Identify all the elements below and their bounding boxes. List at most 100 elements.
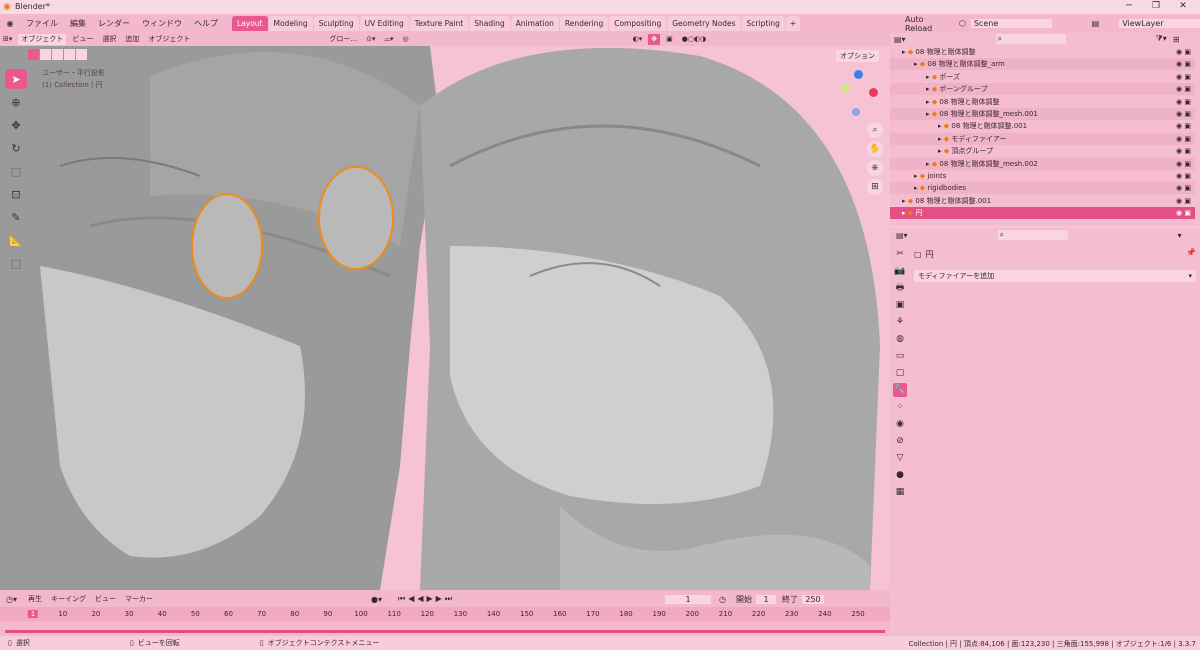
add-modifier-dropdown[interactable]: モディファイアーを追加 ▾ [914, 270, 1196, 282]
outliner-row[interactable]: ▸ ◆ 08 物理と剛体調整 ◉ ▣ [890, 96, 1195, 108]
tab-modeling[interactable]: Modeling [268, 16, 313, 31]
pan-hand-icon[interactable]: ✋ [867, 141, 883, 157]
visibility-eye-icon[interactable]: ◉ ▣ [1176, 46, 1191, 58]
texture-tab-icon[interactable]: ▦ [893, 485, 907, 499]
snap-icon[interactable]: ⌓▾ [381, 34, 396, 45]
visibility-eye-icon[interactable]: ◉ ▣ [1176, 158, 1191, 170]
pivot-icon[interactable]: ⊙▾ [363, 34, 378, 45]
visibility-eye-icon[interactable]: ◉ ▣ [1176, 145, 1191, 157]
outliner-row[interactable]: ▸ ◆ joints ◉ ▣ [890, 170, 1195, 182]
outliner-row[interactable]: ▸ ◆ 08 物理と剛体調整 ◉ ▣ [890, 46, 1195, 58]
outliner-search-input[interactable]: ⌕ [995, 34, 1066, 44]
ortho-grid-icon[interactable]: ⊞ [867, 179, 883, 195]
axis-z-icon[interactable] [854, 70, 863, 79]
editor-type-icon[interactable]: ⊞▾ [0, 34, 15, 45]
scene-icon[interactable]: ⬡ [959, 19, 966, 28]
transform-tool-icon[interactable]: ⊡ [5, 184, 27, 204]
tool-tab-icon[interactable]: ✂ [893, 247, 907, 261]
visibility-eye-icon[interactable]: ◉ ▣ [1176, 83, 1191, 95]
menu-4[interactable]: ヘルプ [188, 14, 224, 33]
material-tab-icon[interactable]: ● [893, 468, 907, 482]
outliner-row[interactable]: ▸ ◆ 円 ◉ ▣ [890, 207, 1195, 220]
viewlayer-selector[interactable]: ViewLayer [1119, 19, 1200, 28]
filter-icon[interactable]: ⧩▾ [1156, 34, 1167, 44]
visibility-eye-icon[interactable]: ◉ ▣ [1176, 133, 1191, 145]
scale-tool-icon[interactable]: ⬚ [5, 161, 27, 181]
visibility-eye-icon[interactable]: ◉ ▣ [1176, 120, 1191, 132]
world-tab-icon[interactable]: ◍ [893, 332, 907, 346]
outliner-row[interactable]: ▸ ◆ 08 物理と剛体調整_mesh.001 ◉ ▣ [890, 108, 1195, 120]
view-layer-tab-icon[interactable]: ▣ [893, 298, 907, 312]
axis-y-icon[interactable] [841, 84, 850, 93]
visibility-eye-icon[interactable]: ◉ ▣ [1176, 58, 1191, 70]
visibility-eye-icon[interactable]: ◉ ▣ [1176, 207, 1191, 219]
visibility-eye-icon[interactable]: ◉ ▣ [1176, 170, 1191, 182]
physics-tab-icon[interactable]: ◉ [893, 417, 907, 431]
close-icon[interactable]: ✕ [1172, 1, 1194, 11]
shading-solid-icon[interactable]: ●○◐◑ [679, 34, 709, 45]
render-tab-icon[interactable]: 📷 [893, 264, 907, 278]
annotate-tool-icon[interactable]: ✎ [5, 207, 27, 227]
select-subtract-icon[interactable] [52, 48, 63, 60]
gizmo-toggle-icon[interactable]: ✥ [648, 34, 661, 45]
navigation-gizmo[interactable] [836, 68, 884, 116]
add-cube-tool-icon[interactable]: ⬚ [5, 253, 27, 273]
properties-editor-icon[interactable]: ▤▾ [896, 231, 908, 240]
auto-reload-label[interactable]: Auto Reload [905, 15, 951, 33]
maximize-icon[interactable]: ❐ [1145, 1, 1167, 11]
constraints-tab-icon[interactable]: ⊘ [893, 434, 907, 448]
tab-shading[interactable]: Shading [469, 16, 510, 31]
rotate-tool-icon[interactable]: ↻ [5, 138, 27, 158]
outliner-row[interactable]: ▸ ◆ モディファイアー ◉ ▣ [890, 132, 1195, 145]
outliner-row[interactable]: ▸ ◆ 08 物理と剛体調整_mesh.002 ◉ ▣ [890, 157, 1195, 170]
tab-animation[interactable]: Animation [510, 16, 559, 31]
new-collection-icon[interactable]: ⊞ [1173, 35, 1180, 44]
visibility-eye-icon[interactable]: ◉ ▣ [1176, 71, 1191, 83]
mode-selector[interactable]: オブジェクト [18, 34, 67, 45]
modifier-tab-icon[interactable]: 🔧 [893, 383, 907, 397]
tab-layout[interactable]: Layout [232, 16, 268, 31]
collection-tab-icon[interactable]: ▭ [893, 349, 907, 363]
measure-tool-icon[interactable]: 📐 [5, 230, 27, 250]
outliner-row[interactable]: ▸ ◆ 08 物理と剛体調整_arm ◉ ▣ [890, 58, 1195, 71]
add-workspace-button[interactable]: + [785, 16, 801, 31]
axis-x-icon[interactable] [869, 88, 878, 97]
axis-neg-z-icon[interactable] [852, 108, 860, 116]
properties-search-input[interactable]: ⌕ [997, 230, 1068, 240]
select-extend-icon[interactable] [40, 48, 51, 60]
object-tab-icon[interactable]: ▢ [893, 366, 907, 380]
zoom-icon[interactable]: ⌕ [867, 122, 883, 138]
scene-selector[interactable]: Scene [970, 19, 1052, 28]
tab-geometry-nodes[interactable]: Geometry Nodes [667, 16, 741, 31]
transform-orientation-dropdown[interactable]: グロー... [326, 34, 360, 45]
outliner-row[interactable]: ▸ ◆ 頂点グループ ◉ ▣ [890, 145, 1195, 157]
tab-sculpting[interactable]: Sculpting [313, 16, 359, 31]
visibility-eye-icon[interactable]: ◉ ▣ [1176, 182, 1191, 194]
visibility-eye-icon[interactable]: ◉ ▣ [1176, 108, 1191, 120]
minimize-icon[interactable]: ─ [1118, 1, 1140, 11]
select-tool-icon[interactable]: ➤ [5, 69, 27, 89]
output-tab-icon[interactable]: 🖶 [893, 281, 907, 295]
outliner-row[interactable]: ▸ ◆ 08 物理と剛体調整.001 ◉ ▣ [890, 120, 1195, 132]
menu-0[interactable]: ファイル [20, 14, 64, 33]
select-menu[interactable]: 選択 [99, 34, 119, 45]
add-menu[interactable]: 追加 [122, 34, 142, 45]
frame-range-bar[interactable] [5, 630, 885, 633]
outliner-editor-icon[interactable]: ▤▾ [894, 35, 906, 44]
options-dropdown[interactable]: オプション [836, 50, 879, 62]
cursor-tool-icon[interactable]: ⊕ [5, 92, 27, 112]
xray-icon[interactable]: ▣ [663, 34, 676, 45]
menu-3[interactable]: ウィンドウ [136, 14, 188, 33]
tab-texture-paint[interactable]: Texture Paint [409, 16, 469, 31]
move-tool-icon[interactable]: ✥ [5, 115, 27, 135]
select-new-icon[interactable] [28, 48, 39, 60]
outliner-row[interactable]: ▸ ◆ rigidbodies ◉ ▣ [890, 182, 1195, 195]
visibility-eye-icon[interactable]: ◉ ▣ [1176, 96, 1191, 108]
properties-options-icon[interactable]: ▾ [1178, 231, 1182, 240]
object-menu[interactable]: オブジェクト [145, 34, 193, 45]
select-invert-icon[interactable] [64, 48, 75, 60]
blender-menu-icon[interactable]: ◉ [0, 19, 20, 28]
outliner-row[interactable]: ▸ ◆ ポーズ ◉ ▣ [890, 71, 1195, 83]
particles-tab-icon[interactable]: ⁘ [893, 400, 907, 414]
data-tab-icon[interactable]: ▽ [893, 451, 907, 465]
